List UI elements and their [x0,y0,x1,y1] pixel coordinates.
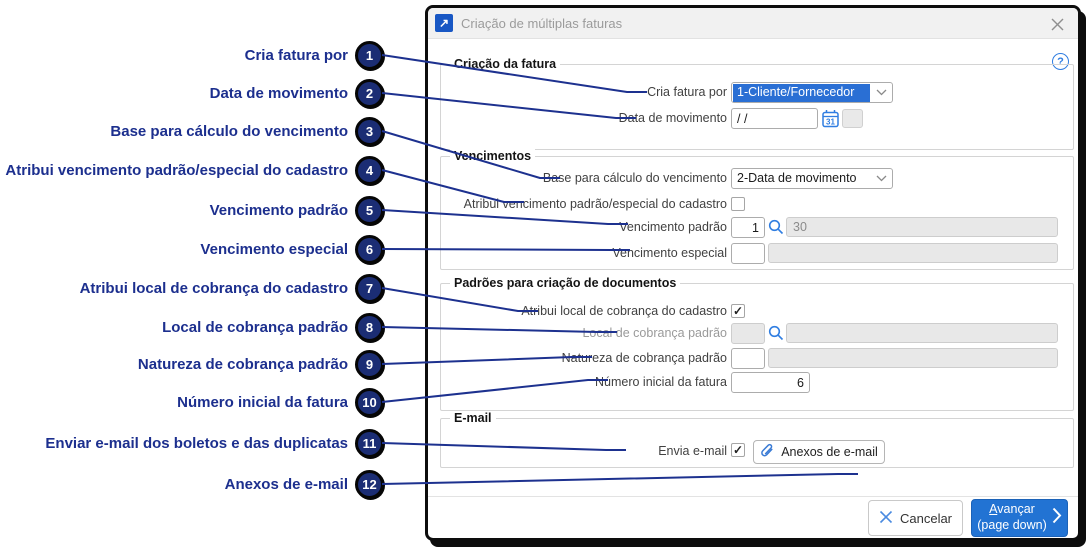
callout-number-badge: 1 [355,40,384,70]
callout-label: Data de movimento [209,84,348,102]
label-local-cobranca: Local de cobrança padrão [582,326,727,340]
callout-atribui-local: Atribui local de cobrança do cadastro 7 [0,273,384,303]
paperclip-icon [760,443,775,462]
callout-enviar-email: Enviar e-mail dos boletos e das duplicat… [0,428,384,458]
callout-number-badge: 10 [355,387,384,417]
group-legend: Criação da fatura [450,57,561,71]
callout-number-badge: 5 [355,195,384,225]
callout-base-calculo: Base para cálculo do vencimento 3 [0,116,384,146]
footer-divider [428,496,1078,497]
callout-number-badge: 2 [355,78,384,108]
callout-number-badge: 12 [355,469,384,499]
svg-text:31: 31 [826,118,835,127]
window-title: Criação de múltiplas faturas [461,16,623,31]
vencimento-especial-code-input[interactable] [731,243,765,264]
calendar-icon[interactable]: 31 [822,109,839,128]
label-numero-inicial: Número inicial da fatura [594,375,727,389]
callout-number-badge: 11 [355,428,384,458]
anexos-email-button-label: Anexos de e-mail [781,445,878,459]
callout-label: Anexos de e-mail [224,475,348,493]
callout-anexos-email: Anexos de e-mail 12 [0,469,384,499]
label-vencimento-especial: Vencimento especial [612,246,727,260]
atribui-vencimento-checkbox[interactable] [731,197,745,211]
callout-numero-inicial: Número inicial da fatura 10 [0,387,384,417]
vencimento-padrao-desc-field: 30 [786,217,1058,237]
callout-number-badge: 3 [355,116,384,146]
cria-fatura-por-select[interactable]: 1-Cliente/Fornecedor [731,82,893,103]
chevron-down-icon [870,89,892,96]
label-cria-fatura-por: Cria fatura por [647,85,727,99]
cancelar-button-label: Cancelar [899,510,953,526]
callout-label: Vencimento especial [200,240,348,258]
cancel-x-icon [879,510,893,527]
envia-email-checkbox[interactable]: ✓ [731,443,745,457]
callout-number-badge: 4 [355,155,384,185]
selected-option: 2-Data de movimento [737,170,857,185]
callout-number-badge: 9 [355,349,384,379]
titlebar: ↗ Criação de múltiplas faturas [428,8,1078,39]
natureza-cobranca-code-input[interactable] [731,348,765,369]
natureza-cobranca-desc-field [768,348,1058,368]
callout-local-cobranca: Local de cobrança padrão 8 [0,312,384,342]
annotated-screenshot: Cria fatura por 1 Data de movimento 2 Ba… [0,0,1090,551]
label-base-calculo: Base para cálculo do vencimento [542,171,727,185]
callout-natureza-cobranca: Natureza de cobrança padrão 9 [0,349,384,379]
callout-label: Número inicial da fatura [177,393,348,411]
label-vencimento-padrao: Vencimento padrão [619,220,727,234]
callout-data-de-movimento: Data de movimento 2 [0,78,384,108]
callout-label: Atribui local de cobrança do cadastro [79,279,348,297]
group-legend: E-mail [450,411,496,425]
callout-label: Cria fatura por [244,46,348,64]
callout-atribui-vencimento: Atribui vencimento padrão/especial do ca… [0,155,384,185]
callout-label: Enviar e-mail dos boletos e das duplicat… [45,434,348,452]
atribui-local-checkbox[interactable]: ✓ [731,304,745,318]
callout-cria-fatura-por: Cria fatura por 1 [0,40,384,70]
vencimento-padrao-code-input[interactable] [731,217,765,238]
avancar-button[interactable]: Avançar (page down) [971,499,1068,537]
chevron-right-icon [1052,507,1062,529]
avancar-button-label: Avançar [989,502,1035,517]
callout-number-badge: 7 [355,273,384,303]
search-icon[interactable] [768,325,784,341]
cancelar-button[interactable]: Cancelar [868,500,963,536]
label-atribui-vencimento: Atribui vencimento padrão/especial do ca… [463,197,727,211]
callout-label: Base para cálculo do vencimento [110,122,348,140]
close-icon[interactable] [1048,15,1066,33]
chevron-down-icon [870,175,892,182]
callout-number-badge: 8 [355,312,384,342]
callout-number-badge: 6 [355,234,384,264]
local-cobranca-desc-field [786,323,1058,343]
data-de-movimento-input[interactable] [731,108,818,129]
callout-label: Local de cobrança padrão [162,318,348,336]
date-extra-button [842,109,863,128]
selected-option: 1-Cliente/Fornecedor [733,83,870,102]
search-icon[interactable] [768,219,784,235]
label-envia-email: Envia e-mail [658,444,727,458]
avancar-button-sublabel: (page down) [977,518,1047,532]
label-atribui-local: Atribui local de cobrança do cadastro [521,304,727,318]
vencimento-especial-desc-field [768,243,1058,263]
anexos-email-button[interactable]: Anexos de e-mail [753,440,885,464]
label-natureza-cobranca: Natureza de cobrança padrão [561,351,727,365]
base-calculo-select[interactable]: 2-Data de movimento [731,168,893,189]
dialog-criacao-multiplas-faturas: ↗ Criação de múltiplas faturas ? Criação… [425,5,1081,541]
group-criacao-da-fatura: Criação da fatura [440,57,1074,150]
callout-label: Vencimento padrão [209,201,348,219]
callout-vencimento-especial: Vencimento especial 6 [0,234,384,264]
numero-inicial-input[interactable] [731,372,810,393]
callout-label: Natureza de cobrança padrão [137,355,348,373]
group-legend: Vencimentos [450,149,536,163]
label-data-de-movimento: Data de movimento [618,111,727,125]
callout-label: Atribui vencimento padrão/especial do ca… [5,161,348,179]
callout-vencimento-padrao: Vencimento padrão 5 [0,195,384,225]
app-window-icon: ↗ [435,14,453,32]
local-cobranca-code-input [731,323,765,344]
group-legend: Padrões para criação de documentos [450,276,681,290]
